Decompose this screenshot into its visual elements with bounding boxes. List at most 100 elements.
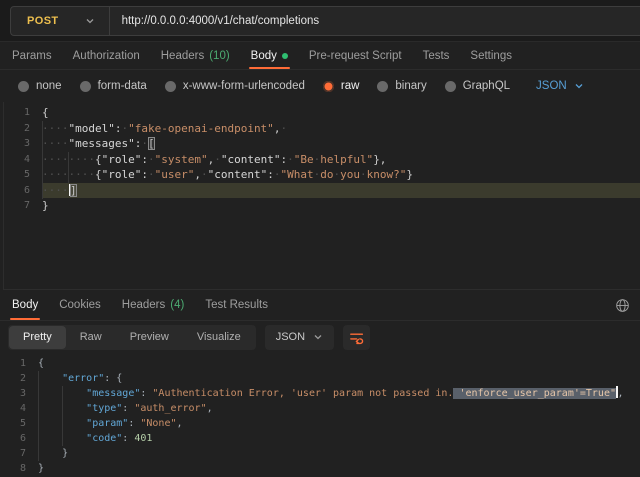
method-selector[interactable]: POST (11, 7, 109, 35)
radio-icon (80, 81, 91, 92)
line-number: 2 (0, 371, 38, 386)
selected-text: 'enforce_user_param'=True" (453, 388, 616, 399)
view-preview-button[interactable]: Preview (116, 326, 183, 349)
code-token: ] (70, 184, 77, 197)
radio-graphql[interactable]: GraphQL (445, 80, 510, 92)
tab-label: Headers (122, 299, 165, 311)
code-line[interactable]: 7} (4, 198, 640, 214)
line-number: 7 (0, 446, 38, 461)
line-number: 8 (0, 461, 38, 476)
response-language-selector[interactable]: JSON (265, 325, 334, 350)
tab-label: Settings (470, 50, 512, 62)
tab-response-headers[interactable]: Headers (4) (122, 290, 185, 320)
code-line[interactable]: 7 } (0, 446, 640, 461)
language-label: JSON (276, 331, 305, 343)
code-line-content: "code": 401 (38, 431, 640, 446)
line-number: 3 (0, 386, 38, 401)
radio-raw[interactable]: raw (323, 80, 360, 92)
view-label: Pretty (23, 331, 52, 343)
line-number: 4 (4, 152, 42, 168)
radio-binary[interactable]: binary (377, 80, 426, 92)
code-line[interactable]: 6 "code": 401 (0, 431, 640, 446)
raw-language-selector[interactable]: JSON (536, 80, 584, 92)
response-tabs: Body Cookies Headers (4) Test Results (0, 290, 640, 321)
code-line-content: { (38, 356, 640, 371)
radio-label: binary (395, 80, 426, 92)
tab-label: Authorization (73, 50, 140, 62)
radio-icon (445, 81, 456, 92)
language-label: JSON (536, 80, 567, 92)
code-token: · (280, 122, 287, 135)
code-token: }, (373, 153, 386, 166)
code-line[interactable]: 6····] (4, 183, 640, 199)
code-token: } (62, 448, 68, 459)
tab-response-body[interactable]: Body (12, 290, 38, 320)
code-line[interactable]: 8} (0, 461, 640, 476)
tab-authorization[interactable]: Authorization (73, 42, 140, 69)
code-line-content: "type": "auth_error", (38, 401, 640, 416)
tab-pre-request-script[interactable]: Pre-request Script (309, 42, 402, 69)
radio-selected-icon (323, 81, 334, 92)
code-token: "param" (86, 418, 128, 429)
code-line[interactable]: 1{ (0, 356, 640, 371)
code-token: "messages" (69, 137, 135, 150)
view-pretty-button[interactable]: Pretty (9, 326, 66, 349)
view-visualize-button[interactable]: Visualize (183, 326, 255, 349)
code-line[interactable]: 4 "type": "auth_error", (0, 401, 640, 416)
tab-params[interactable]: Params (12, 42, 52, 69)
code-line[interactable]: 5········{"role":·"user",·"content":·"Wh… (4, 167, 640, 183)
code-token: : { (104, 373, 122, 384)
code-token: "system" (155, 153, 208, 166)
tab-body[interactable]: Body (251, 42, 288, 69)
tab-label: Test Results (205, 299, 268, 311)
code-token: know?" (367, 168, 407, 181)
code-token: : (140, 388, 152, 399)
code-line-content: ····"messages":·[ (42, 136, 640, 152)
code-line[interactable]: 2····"model":·"fake-openai-endpoint",· (4, 121, 640, 137)
view-raw-button[interactable]: Raw (66, 326, 116, 349)
view-label: Visualize (197, 331, 241, 343)
code-line[interactable]: 2 "error": { (0, 371, 640, 386)
wrap-lines-button[interactable] (343, 325, 370, 350)
tab-headers[interactable]: Headers (10) (161, 42, 230, 69)
code-token: 401 (134, 433, 152, 444)
code-line-content: "message": "Authentication Error, 'user'… (38, 386, 640, 401)
code-line[interactable]: 3····"messages":·[ (4, 136, 640, 152)
tab-settings[interactable]: Settings (470, 42, 512, 69)
code-line[interactable]: 5 "param": "None", (0, 416, 640, 431)
code-token: : (128, 418, 140, 429)
code-token: "code" (86, 433, 122, 444)
line-number: 7 (4, 198, 42, 214)
code-token: } (38, 463, 44, 474)
radio-x-www-form-urlencoded[interactable]: x-www-form-urlencoded (165, 80, 305, 92)
code-line[interactable]: 3 "message": "Authentication Error, 'use… (0, 386, 640, 401)
method-label: POST (27, 15, 59, 27)
tab-tests[interactable]: Tests (423, 42, 450, 69)
line-number: 6 (0, 431, 38, 446)
url-input[interactable] (110, 15, 640, 27)
code-token: "fake-openai-endpoint" (128, 122, 274, 135)
code-token: · (214, 153, 221, 166)
request-body-editor[interactable]: 1{2····"model":·"fake-openai-endpoint",·… (3, 102, 640, 290)
tab-cookies[interactable]: Cookies (59, 290, 101, 320)
indent-guide (68, 152, 69, 183)
code-token: "None" (140, 418, 176, 429)
code-token: : (141, 168, 148, 181)
globe-icon[interactable] (615, 298, 630, 313)
headers-count: (10) (209, 50, 229, 62)
code-token: : (141, 153, 148, 166)
code-line[interactable]: 1{ (4, 105, 640, 121)
line-number: 6 (4, 183, 42, 199)
response-body-viewer[interactable]: 1{2 "error": {3 "message": "Authenticati… (0, 353, 640, 477)
code-token: · (201, 168, 208, 181)
line-number: 5 (0, 416, 38, 431)
tab-label: Cookies (59, 299, 101, 311)
code-token: "auth_error" (134, 403, 206, 414)
code-token: } (406, 168, 413, 181)
radio-form-data[interactable]: form-data (80, 80, 147, 92)
radio-none[interactable]: none (18, 80, 62, 92)
code-line[interactable]: 4········{"role":·"system",·"content":·"… (4, 152, 640, 168)
tab-label: Pre-request Script (309, 50, 402, 62)
tab-test-results[interactable]: Test Results (205, 290, 268, 320)
radio-label: form-data (98, 80, 147, 92)
